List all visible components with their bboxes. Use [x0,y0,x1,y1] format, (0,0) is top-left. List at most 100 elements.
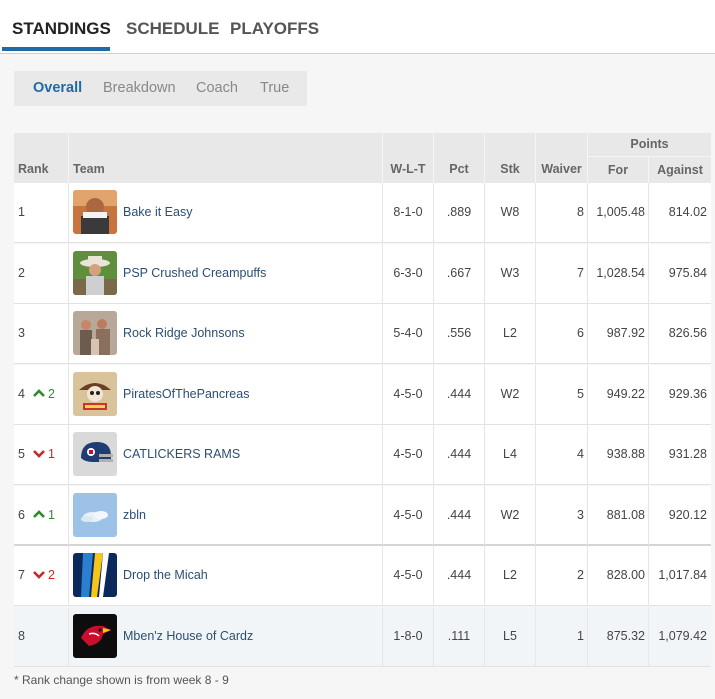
active-tab-indicator [2,47,110,51]
team-name-link[interactable]: PSP Crushed Creampuffs [123,244,266,303]
waiver-cell: 8 [577,205,584,219]
pct-cell: .556 [446,326,472,340]
streak-cell: W8 [500,205,520,219]
rank-change: 1 [47,507,55,522]
team-name-link[interactable]: Mben'z House of Cardz [123,607,253,666]
waiver-cell: 2 [577,568,584,582]
pct-cell: .667 [446,265,472,280]
waiver-cell: 1 [577,628,584,643]
subtab-coach[interactable]: Coach [196,71,238,106]
tab-playoffs[interactable]: PLAYOFFS [230,0,319,53]
team-name-link[interactable]: zbln [123,486,146,545]
points-against-cell: 826.56 [668,326,707,340]
points-for-cell: 949.22 [606,386,645,401]
rank-number: 3 [18,326,25,340]
pct-cell: .444 [446,568,472,582]
points-against-cell: 975.84 [668,265,707,280]
table-header: Rank Team W-L-T Pct Stk Waiver Points Fo… [14,133,711,183]
points-against-cell: 1,017.84 [658,568,707,582]
streak-cell: L4 [503,447,517,461]
waiver-cell: 7 [577,265,584,280]
photo-man-icon[interactable] [73,190,117,234]
table-row: 4 2 PiratesOfThePancreas 4-5-0.444 W2 5 949.22… [14,364,711,425]
subtab-breakdown[interactable]: Breakdown [103,71,176,106]
sky-icon[interactable] [73,492,117,537]
waiver-cell: 4 [577,447,584,461]
header-rank: Rank [14,133,68,183]
helmet-icon[interactable] [73,432,117,476]
chevron-up-icon [33,389,45,398]
wlt-cell: 6-3-0 [393,265,423,280]
tab-standings[interactable]: STANDINGS [12,0,111,53]
top-nav: STANDINGS SCHEDULE PLAYOFFS [0,0,715,54]
pct-cell: .444 [446,447,472,461]
table-row: 2 PSP Crushed Creampuffs 6-3-0 .667 W3 7 1,028… [14,243,711,304]
standings-subtabs: Overall Breakdown Coach True [14,71,307,106]
team-name-link[interactable]: CATLICKERS RAMS [123,425,240,484]
pct-cell: .889 [446,205,472,219]
pct-cell: .444 [446,386,472,401]
rank-number: 5 [18,447,25,461]
streak-cell: W2 [500,386,520,401]
pct-cell: .111 [447,628,471,643]
rank-change-footnote: * Rank change shown is from week 8 - 9 [14,673,229,687]
header-wlt: W-L-T [383,133,433,183]
waiver-cell: 5 [577,386,584,401]
points-against-cell: 920.12 [668,507,707,522]
points-for-cell: 938.88 [606,447,645,461]
subtab-true[interactable]: True [260,71,289,106]
team-name-link[interactable]: Drop the Micah [123,546,208,605]
points-against-cell: 1,079.42 [658,628,707,643]
rank-cell: 3 [18,304,25,363]
rank-change: 1 [47,447,55,461]
points-for-cell: 987.92 [606,326,645,340]
tab-schedule[interactable]: SCHEDULE [126,0,220,53]
header-waiver: Waiver [536,133,587,183]
points-for-cell: 881.08 [606,507,645,522]
bolt-icon[interactable] [73,553,117,597]
team-name-link[interactable]: Bake it Easy [123,183,192,242]
wlt-cell: 8-1-0 [393,205,423,219]
cardinal-icon[interactable] [73,613,117,658]
standings-content: Overall Breakdown Coach True Rank Team W… [0,54,715,699]
points-against-cell: 931.28 [668,447,707,461]
photo-cowboy-icon[interactable] [73,250,117,295]
rank-cell: 72 [18,546,55,605]
streak-cell: W3 [500,265,520,280]
header-points-group: Points [588,133,711,156]
points-for-cell: 1,028.54 [596,265,645,280]
rank-cell: 8 [18,607,25,666]
rank-cell: 1 [18,183,25,242]
points-against-cell: 814.02 [668,205,707,219]
wlt-cell: 5-4-0 [393,326,423,340]
points-for-cell: 1,005.48 [596,205,645,219]
rank-number: 7 [18,568,25,582]
wlt-cell: 4-5-0 [393,447,423,461]
rank-cell: 51 [18,425,55,484]
chevron-down-icon [33,570,45,579]
table-row: 3 Rock Ridge Johnsons 5-4-0 .556 L2 6 987.92 82… [14,304,711,364]
team-name-link[interactable]: PiratesOfThePancreas [123,365,249,424]
header-points-against: Against [649,157,711,183]
points-against-cell: 929.36 [668,386,707,401]
header-points-for: For [588,157,648,183]
header-stk: Stk [485,133,535,183]
wlt-cell: 4-5-0 [393,507,423,522]
pct-cell: .444 [446,507,472,522]
rank-change: 2 [47,568,55,582]
pirate-icon[interactable] [73,371,117,416]
wlt-cell: 1-8-0 [393,628,423,643]
wlt-cell: 4-5-0 [393,568,423,582]
rank-number: 2 [18,265,25,280]
waiver-cell: 3 [577,507,584,522]
rank-number: 1 [18,205,25,219]
photo-group-icon[interactable] [73,311,117,355]
subtab-overall[interactable]: Overall [33,71,82,106]
points-for-cell: 875.32 [606,628,645,643]
streak-cell: W2 [500,507,520,522]
table-row: 1 Bake it Easy 8-1-0 .889 W8 8 1,005.48 814.02 [14,183,711,243]
rank-number: 6 [18,507,25,522]
header-team: Team [69,133,382,183]
team-name-link[interactable]: Rock Ridge Johnsons [123,304,245,363]
chevron-down-icon [33,449,45,458]
